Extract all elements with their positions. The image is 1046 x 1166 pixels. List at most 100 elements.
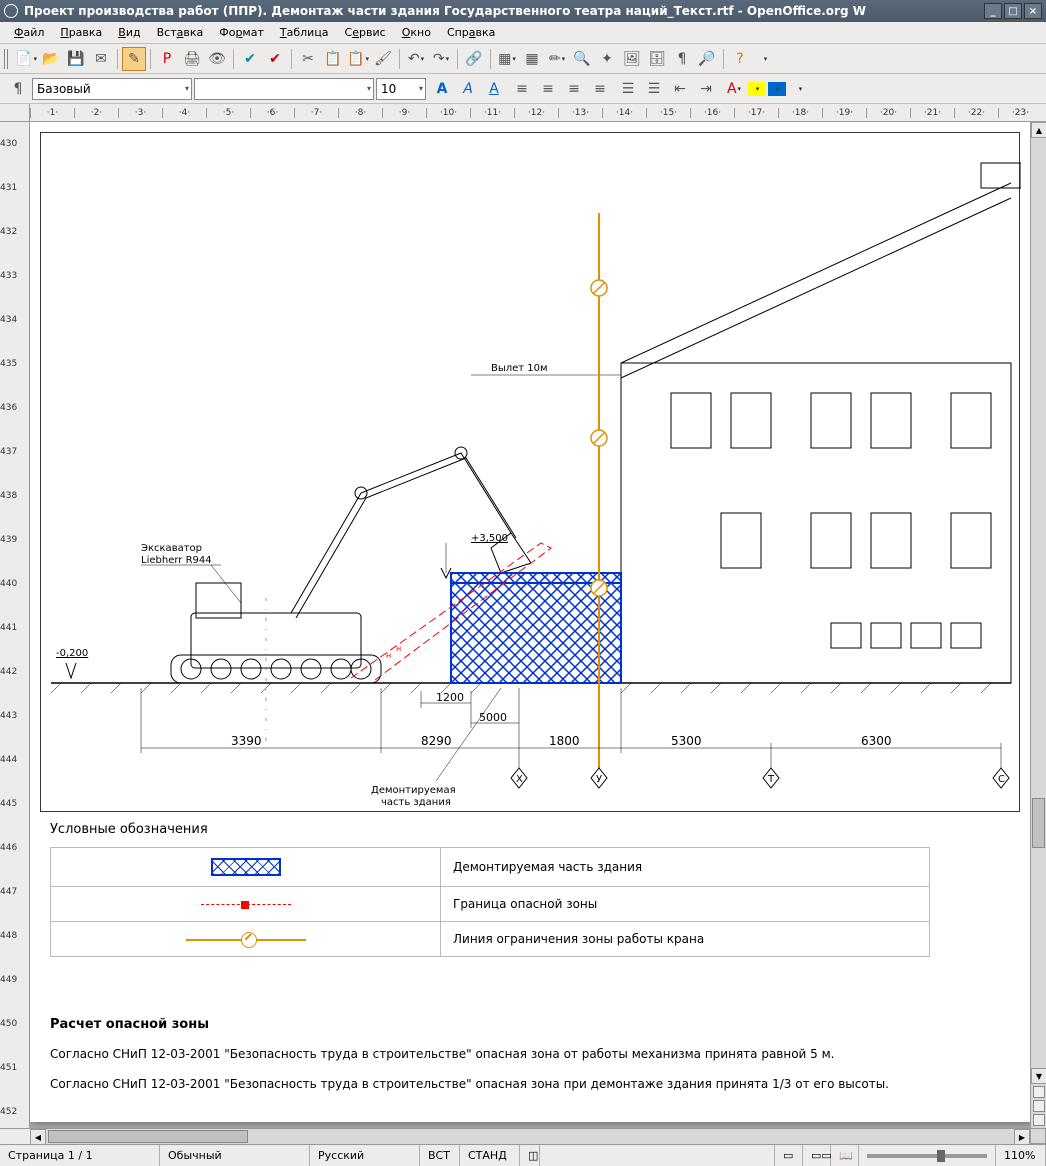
align-center-button[interactable]: ≡ [536,77,560,101]
status-zoom[interactable]: 110% [996,1145,1046,1166]
vertical-ruler[interactable]: 4304314324334344354364374384394404414424… [0,122,30,1128]
gallery-button[interactable]: 🖼 [620,47,644,71]
menu-insert[interactable]: Вставка [149,23,212,42]
indent-dec-button[interactable]: ⇤ [668,77,692,101]
view-multi-icon[interactable]: ▭▭ [803,1145,831,1166]
table-row: Граница опасной зоны [51,887,930,922]
preview-button[interactable]: 👁 [205,47,229,71]
spellcheck-button[interactable]: ✔ [238,47,262,71]
status-std[interactable]: СТАНД [460,1145,520,1166]
new-doc-button[interactable]: 📄▾ [14,47,38,71]
status-sel-icon[interactable]: ◫ [520,1145,540,1166]
svg-text:3390: 3390 [231,734,262,748]
italic-button[interactable]: A [456,77,480,101]
print-button[interactable]: 🖨 [180,47,204,71]
menu-table[interactable]: Таблица [272,23,337,42]
menu-edit[interactable]: Правка [52,23,110,42]
redo-button[interactable]: ↷▾ [429,47,453,71]
copy-button[interactable]: 📋 [321,47,345,71]
align-right-button[interactable]: ≡ [562,77,586,101]
menu-view[interactable]: Вид [110,23,148,42]
vertical-scrollbar[interactable]: ▲ ▼ [1030,122,1046,1128]
scroll-left-button[interactable]: ◀ [30,1129,46,1145]
align-left-button[interactable]: ≡ [510,77,534,101]
save-button[interactable]: 💾 [64,47,88,71]
font-combo[interactable]: ▾ [194,78,374,100]
status-style[interactable]: Обычный [160,1145,310,1166]
table-row: Демонтируемая часть здания [51,848,930,887]
align-justify-button[interactable]: ≡ [588,77,612,101]
menu-bar: Файл Правка Вид Вставка Формат Таблица С… [0,22,1046,44]
status-ins[interactable]: ВСТ [420,1145,460,1166]
paste-button[interactable]: 📋▾ [346,47,370,71]
grid-button[interactable]: ▦ [520,47,544,71]
horizontal-scrollbar[interactable]: ◀ ▶ [30,1128,1030,1144]
bgcolor-button[interactable]: ▾ [768,82,786,96]
cut-button[interactable]: ✂ [296,47,320,71]
status-spacer [540,1145,775,1166]
numbering-button[interactable]: ☰ [616,77,640,101]
svg-text:н: н [386,651,391,660]
view-single-icon[interactable]: ▭ [775,1145,803,1166]
find-button[interactable]: 🔍 [570,47,594,71]
bold-button[interactable]: A [430,77,454,101]
scroll-right-button[interactable]: ▶ [1014,1129,1030,1145]
help-button[interactable]: ? [728,47,752,71]
autospell-button[interactable]: ✔ [263,47,287,71]
close-button[interactable]: × [1024,3,1042,19]
svg-text:часть здания: часть здания [381,797,451,808]
calc-paragraph: Согласно СНиП 12-03-2001 "Безопасность т… [50,1047,834,1061]
navigator-button[interactable]: ✦ [595,47,619,71]
edit-mode-button[interactable]: ✎ [122,47,146,71]
toolbar-grip[interactable] [4,49,10,69]
highlight-button[interactable]: ▾ [748,82,766,96]
toolbar-more[interactable]: ▾ [753,47,777,71]
title-bar: Проект производства работ (ППР). Демонта… [0,0,1046,22]
scroll-thumb[interactable] [1032,798,1045,848]
minimize-button[interactable]: _ [984,3,1002,19]
zoom-button[interactable]: 🔎 [695,47,719,71]
svg-text:5000: 5000 [479,711,507,724]
format-paint-button[interactable]: 🖌 [371,47,395,71]
hyperlink-button[interactable]: 🔗 [462,47,486,71]
svg-text:1200: 1200 [436,691,464,704]
status-lang[interactable]: Русский [310,1145,420,1166]
zoom-slider[interactable] [867,1154,987,1158]
horizontal-ruler[interactable]: ·1··2··3··4··5··6··7··8··9··10··11··12··… [30,104,1030,122]
email-button[interactable]: ✉ [89,47,113,71]
table-button[interactable]: ▦▾ [495,47,519,71]
scroll-down-button[interactable]: ▼ [1031,1068,1046,1084]
scroll-up-button[interactable]: ▲ [1031,122,1046,138]
menu-help[interactable]: Справка [439,23,503,42]
undo-button[interactable]: ↶▾ [404,47,428,71]
open-button[interactable]: 📂 [39,47,63,71]
menu-format[interactable]: Формат [211,23,272,42]
menu-tools[interactable]: Сервис [337,23,394,42]
pdf-export-button[interactable]: P [155,47,179,71]
format-more[interactable]: ▾ [788,77,812,101]
bullets-button[interactable]: ☰ [642,77,666,101]
menu-file[interactable]: Файл [6,23,52,42]
menu-window[interactable]: Окно [394,23,439,42]
scroll-thumb[interactable] [48,1130,248,1143]
indent-inc-button[interactable]: ⇥ [694,77,718,101]
styles-button[interactable]: ¶ [6,77,30,101]
view-book-icon[interactable]: 📖 [831,1145,859,1166]
datasource-button[interactable]: 🗄 [645,47,669,71]
page-area[interactable]: Экскаватор Liebherr R944 [30,122,1030,1128]
fontcolor-button[interactable]: A▾ [722,77,746,101]
style-combo[interactable]: Базовый▾ [32,78,192,100]
ruler-corner [0,104,30,122]
orangeline-icon [186,939,306,941]
maximize-button[interactable]: □ [1004,3,1022,19]
nonprint-button[interactable]: ¶ [670,47,694,71]
svg-text:Х: Х [516,774,523,785]
size-combo[interactable]: 10▾ [376,78,426,100]
nav-icons[interactable] [1031,1084,1046,1128]
underline-button[interactable]: A [482,77,506,101]
draw-button[interactable]: ✏▾ [545,47,569,71]
standard-toolbar: 📄▾ 📂 💾 ✉ ✎ P 🖨 👁 ✔ ✔ ✂ 📋 📋▾ 🖌 ↶▾ ↷▾ 🔗 ▦▾… [0,44,1046,74]
redline-icon [201,904,291,906]
format-toolbar: ¶ Базовый▾ ▾ 10▾ A A A ≡ ≡ ≡ ≡ ☰ ☰ ⇤ ⇥ A… [0,74,1046,104]
svg-text:8290: 8290 [421,734,452,748]
